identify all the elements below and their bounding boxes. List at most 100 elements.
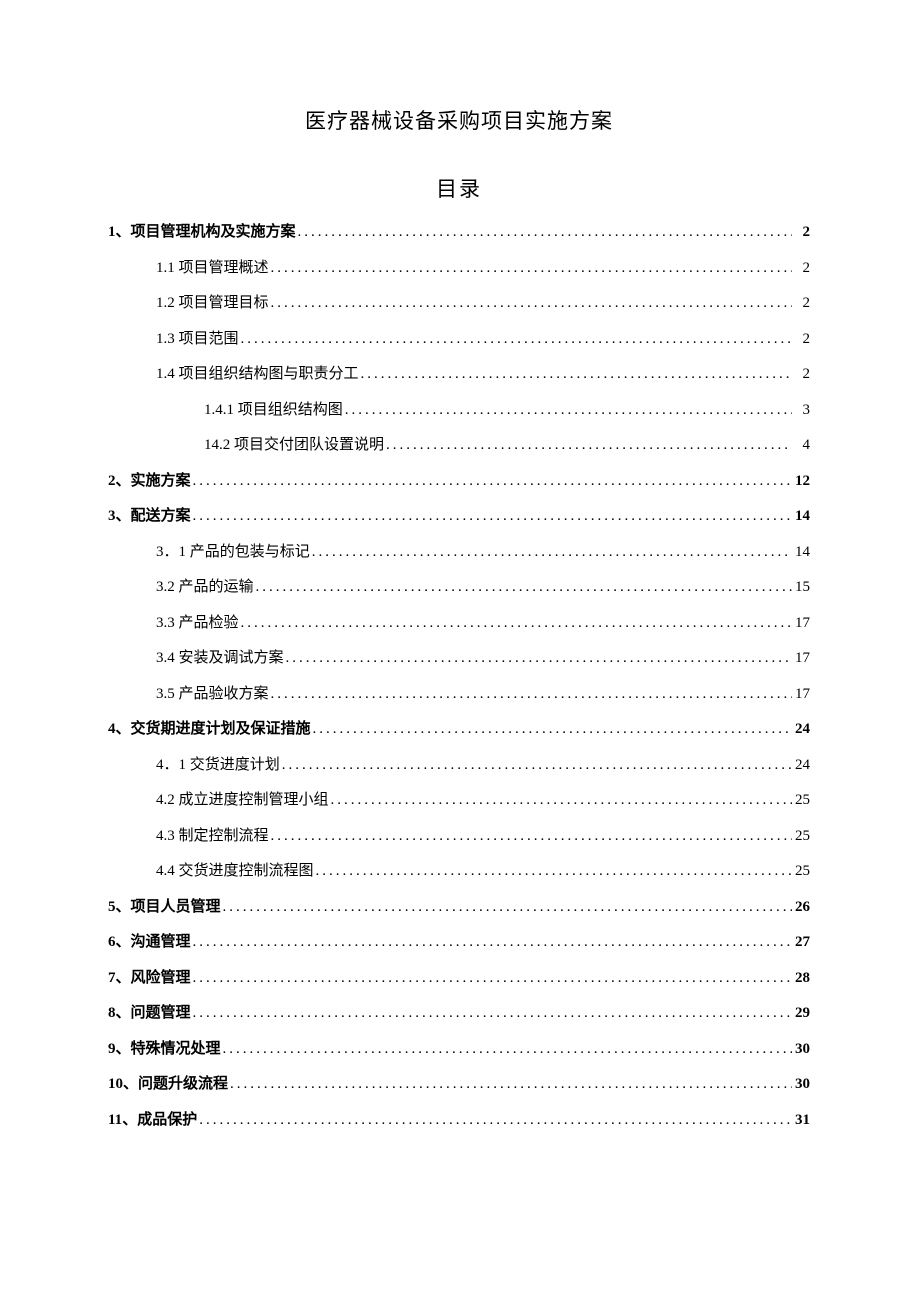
toc-leader-dots [384,438,792,453]
toc-entry: 3.2 产品的运输 15 [108,580,810,595]
toc-entry-page: 25 [792,829,810,844]
toc-leader-dots [228,1077,792,1092]
toc-entry-page: 2 [792,261,810,276]
toc-entry-label: 1.1 项目管理概述 [156,261,269,276]
table-of-contents: 1、项目管理机构及实施方案 2 1.1 项目管理概述 2 1.2 项目管理目标 2 1.3 … [108,225,810,1128]
toc-entry-page: 25 [792,864,810,879]
toc-entry-page: 2 [792,367,810,382]
toc-leader-dots [191,935,792,950]
toc-entry: 4．1 交货进度计划 24 [108,758,810,773]
toc-entry-label: 2、实施方案 [108,474,191,489]
toc-entry: 4.4 交货进度控制流程图 25 [108,864,810,879]
toc-leader-dots [269,296,792,311]
toc-entry-page: 12 [792,474,810,489]
toc-entry-label: 1.4 项目组织结构图与职责分工 [156,367,359,382]
toc-entry: 1.1 项目管理概述 2 [108,261,810,276]
toc-entry-label: 3.2 产品的运输 [156,580,254,595]
toc-entry: 3.4 安装及调试方案 17 [108,651,810,666]
toc-leader-dots [280,758,792,773]
toc-entry-page: 15 [792,580,810,595]
toc-leader-dots [191,971,792,986]
toc-entry: 11、成品保护 31 [108,1113,810,1128]
toc-entry-label: 3.3 产品检验 [156,616,239,631]
toc-entry-label: 1、项目管理机构及实施方案 [108,225,296,240]
toc-entry-page: 24 [792,758,810,773]
toc-entry-label: 3.4 安装及调试方案 [156,651,284,666]
toc-leader-dots [239,616,792,631]
toc-entry: 1.2 项目管理目标 2 [108,296,810,311]
toc-entry: 4、交货期进度计划及保证措施24 [108,722,810,737]
toc-entry-page: 29 [792,1006,810,1021]
toc-leader-dots [310,545,792,560]
toc-entry-page: 27 [792,935,810,950]
toc-entry-label: 4.2 成立进度控制管理小组 [156,793,329,808]
toc-entry-page: 28 [792,971,810,986]
toc-entry-page: 26 [792,900,810,915]
toc-entry: 5、项目人员管理 26 [108,900,810,915]
toc-entry-label: 8、问题管理 [108,1006,191,1021]
toc-entry: 3、配送方案 14 [108,509,810,524]
toc-entry-page: 2 [792,296,810,311]
toc-entry-label: 4．1 交货进度计划 [156,758,280,773]
toc-entry: 1.3 项目范围2 [108,332,810,347]
toc-entry-page: 4 [792,438,810,453]
toc-entry-label: 1.2 项目管理目标 [156,296,269,311]
toc-entry: 8、问题管理 29 [108,1006,810,1021]
toc-leader-dots [197,1113,792,1128]
toc-leader-dots [221,1042,792,1057]
toc-entry-page: 2 [792,225,810,240]
toc-leader-dots [284,651,792,666]
toc-entry-page: 30 [792,1077,810,1092]
toc-leader-dots [269,261,792,276]
toc-leader-dots [191,1006,792,1021]
document-title: 医疗器械设备采购项目实施方案 [108,105,810,135]
toc-entry: 3．1 产品的包装与标记 14 [108,545,810,560]
toc-leader-dots [191,474,792,489]
toc-entry-label: 14.2 项目交付团队设置说明 [204,438,384,453]
toc-leader-dots [329,793,792,808]
toc-entry: 1.4.1 项目组织结构图 3 [108,403,810,418]
toc-entry: 7、风险管理 28 [108,971,810,986]
toc-entry-page: 31 [792,1113,810,1128]
toc-leader-dots [221,900,792,915]
toc-entry-label: 1.3 项目范围 [156,332,239,347]
toc-entry-page: 17 [792,651,810,666]
toc-entry-label: 10、问题升级流程 [108,1077,228,1092]
toc-entry: 10、问题升级流程 30 [108,1077,810,1092]
toc-leader-dots [343,403,792,418]
toc-entry-label: 3．1 产品的包装与标记 [156,545,310,560]
toc-leader-dots [296,225,792,240]
toc-entry-page: 30 [792,1042,810,1057]
toc-entry-page: 3 [792,403,810,418]
toc-entry: 9、特殊情况处理 30 [108,1042,810,1057]
toc-entry-label: 7、风险管理 [108,971,191,986]
toc-leader-dots [254,580,792,595]
toc-entry-label: 9、特殊情况处理 [108,1042,221,1057]
toc-entry-label: 4.3 制定控制流程 [156,829,269,844]
toc-entry-page: 24 [792,722,810,737]
toc-entry-page: 14 [792,545,810,560]
toc-entry-label: 3、配送方案 [108,509,191,524]
toc-entry: 3.5 产品验收方案 17 [108,687,810,702]
toc-entry: 1、项目管理机构及实施方案 2 [108,225,810,240]
toc-entry-label: 4.4 交货进度控制流程图 [156,864,314,879]
toc-entry: 14.2 项目交付团队设置说明 4 [108,438,810,453]
toc-heading: 目录 [108,173,810,203]
toc-entry-page: 14 [792,509,810,524]
toc-leader-dots [311,722,792,737]
toc-entry-label: 5、项目人员管理 [108,900,221,915]
toc-leader-dots [269,829,792,844]
toc-leader-dots [314,864,792,879]
toc-entry: 2、实施方案 12 [108,474,810,489]
toc-entry-page: 25 [792,793,810,808]
toc-entry: 4.3 制定控制流程 25 [108,829,810,844]
toc-entry-label: 6、沟通管理 [108,935,191,950]
toc-entry-label: 1.4.1 项目组织结构图 [204,403,343,418]
toc-entry-page: 17 [792,687,810,702]
toc-entry: 4.2 成立进度控制管理小组 25 [108,793,810,808]
document-page: 医疗器械设备采购项目实施方案 目录 1、项目管理机构及实施方案21.1 项目管理… [0,0,920,1128]
toc-entry-label: 11、成品保护 [108,1113,197,1128]
toc-leader-dots [239,332,792,347]
toc-entry-page: 17 [792,616,810,631]
toc-entry-label: 3.5 产品验收方案 [156,687,269,702]
